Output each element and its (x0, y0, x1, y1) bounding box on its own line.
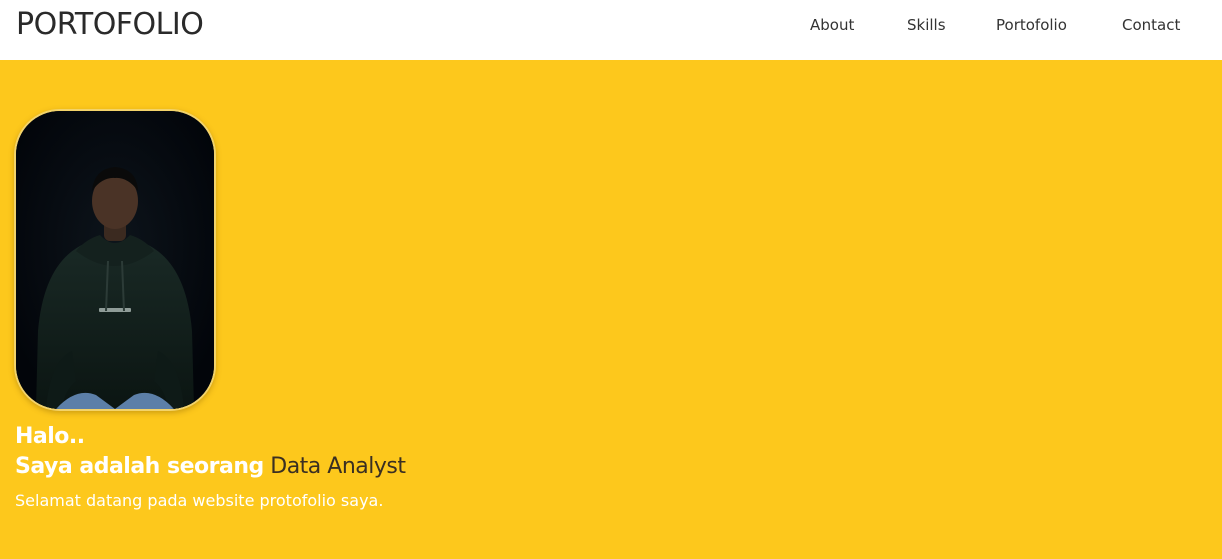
hero-greeting: Halo.. (15, 424, 85, 449)
hero-intro-prefix: Saya adalah seorang (15, 454, 264, 479)
hero-section: Halo.. Saya adalah seorang Data Analyst … (0, 60, 1222, 559)
nav-link-about[interactable]: About (810, 15, 854, 35)
person-portrait-icon (16, 111, 214, 409)
hero-role: Data Analyst (270, 454, 406, 479)
hero-intro: Saya adalah seorang Data Analyst (15, 453, 406, 481)
nav-link-contact[interactable]: Contact (1122, 15, 1180, 35)
navbar: PORTOFOLIO About Skills Portofolio Conta… (0, 0, 1222, 60)
nav-menu: About Skills Portofolio Contact (0, 15, 1222, 35)
profile-photo (14, 109, 216, 411)
nav-link-portofolio[interactable]: Portofolio (996, 15, 1067, 35)
hero-welcome-text: Selamat datang pada website protofolio s… (15, 491, 384, 510)
nav-link-skills[interactable]: Skills (907, 15, 946, 35)
